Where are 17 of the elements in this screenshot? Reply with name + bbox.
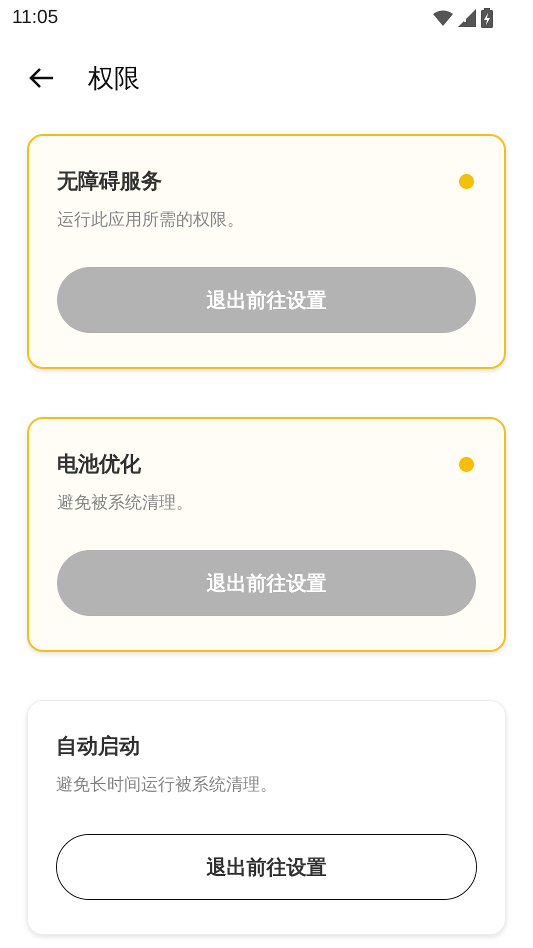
status-dot — [459, 456, 474, 472]
settings-button[interactable]: 退出前往设置 — [56, 834, 477, 900]
back-arrow-icon[interactable] — [28, 67, 54, 89]
battery-icon — [481, 8, 493, 28]
status-dot — [459, 174, 474, 188]
status-time: 11:05 — [12, 7, 58, 29]
wifi-icon — [433, 10, 453, 26]
signal-icon — [458, 9, 476, 27]
card-title: 无障碍服务 — [57, 168, 162, 195]
card-title: 自动启动 — [56, 733, 140, 760]
card-title: 电池优化 — [57, 451, 141, 478]
card-description: 运行此应用所需的权限。 — [57, 209, 245, 231]
settings-button[interactable]: 退出前往设置 — [57, 267, 476, 333]
settings-button[interactable]: 退出前往设置 — [57, 550, 476, 616]
card-description: 避免长时间运行被系统清理。 — [56, 774, 278, 796]
card-description: 避免被系统清理。 — [57, 492, 194, 514]
page-title: 权限 — [88, 62, 140, 96]
